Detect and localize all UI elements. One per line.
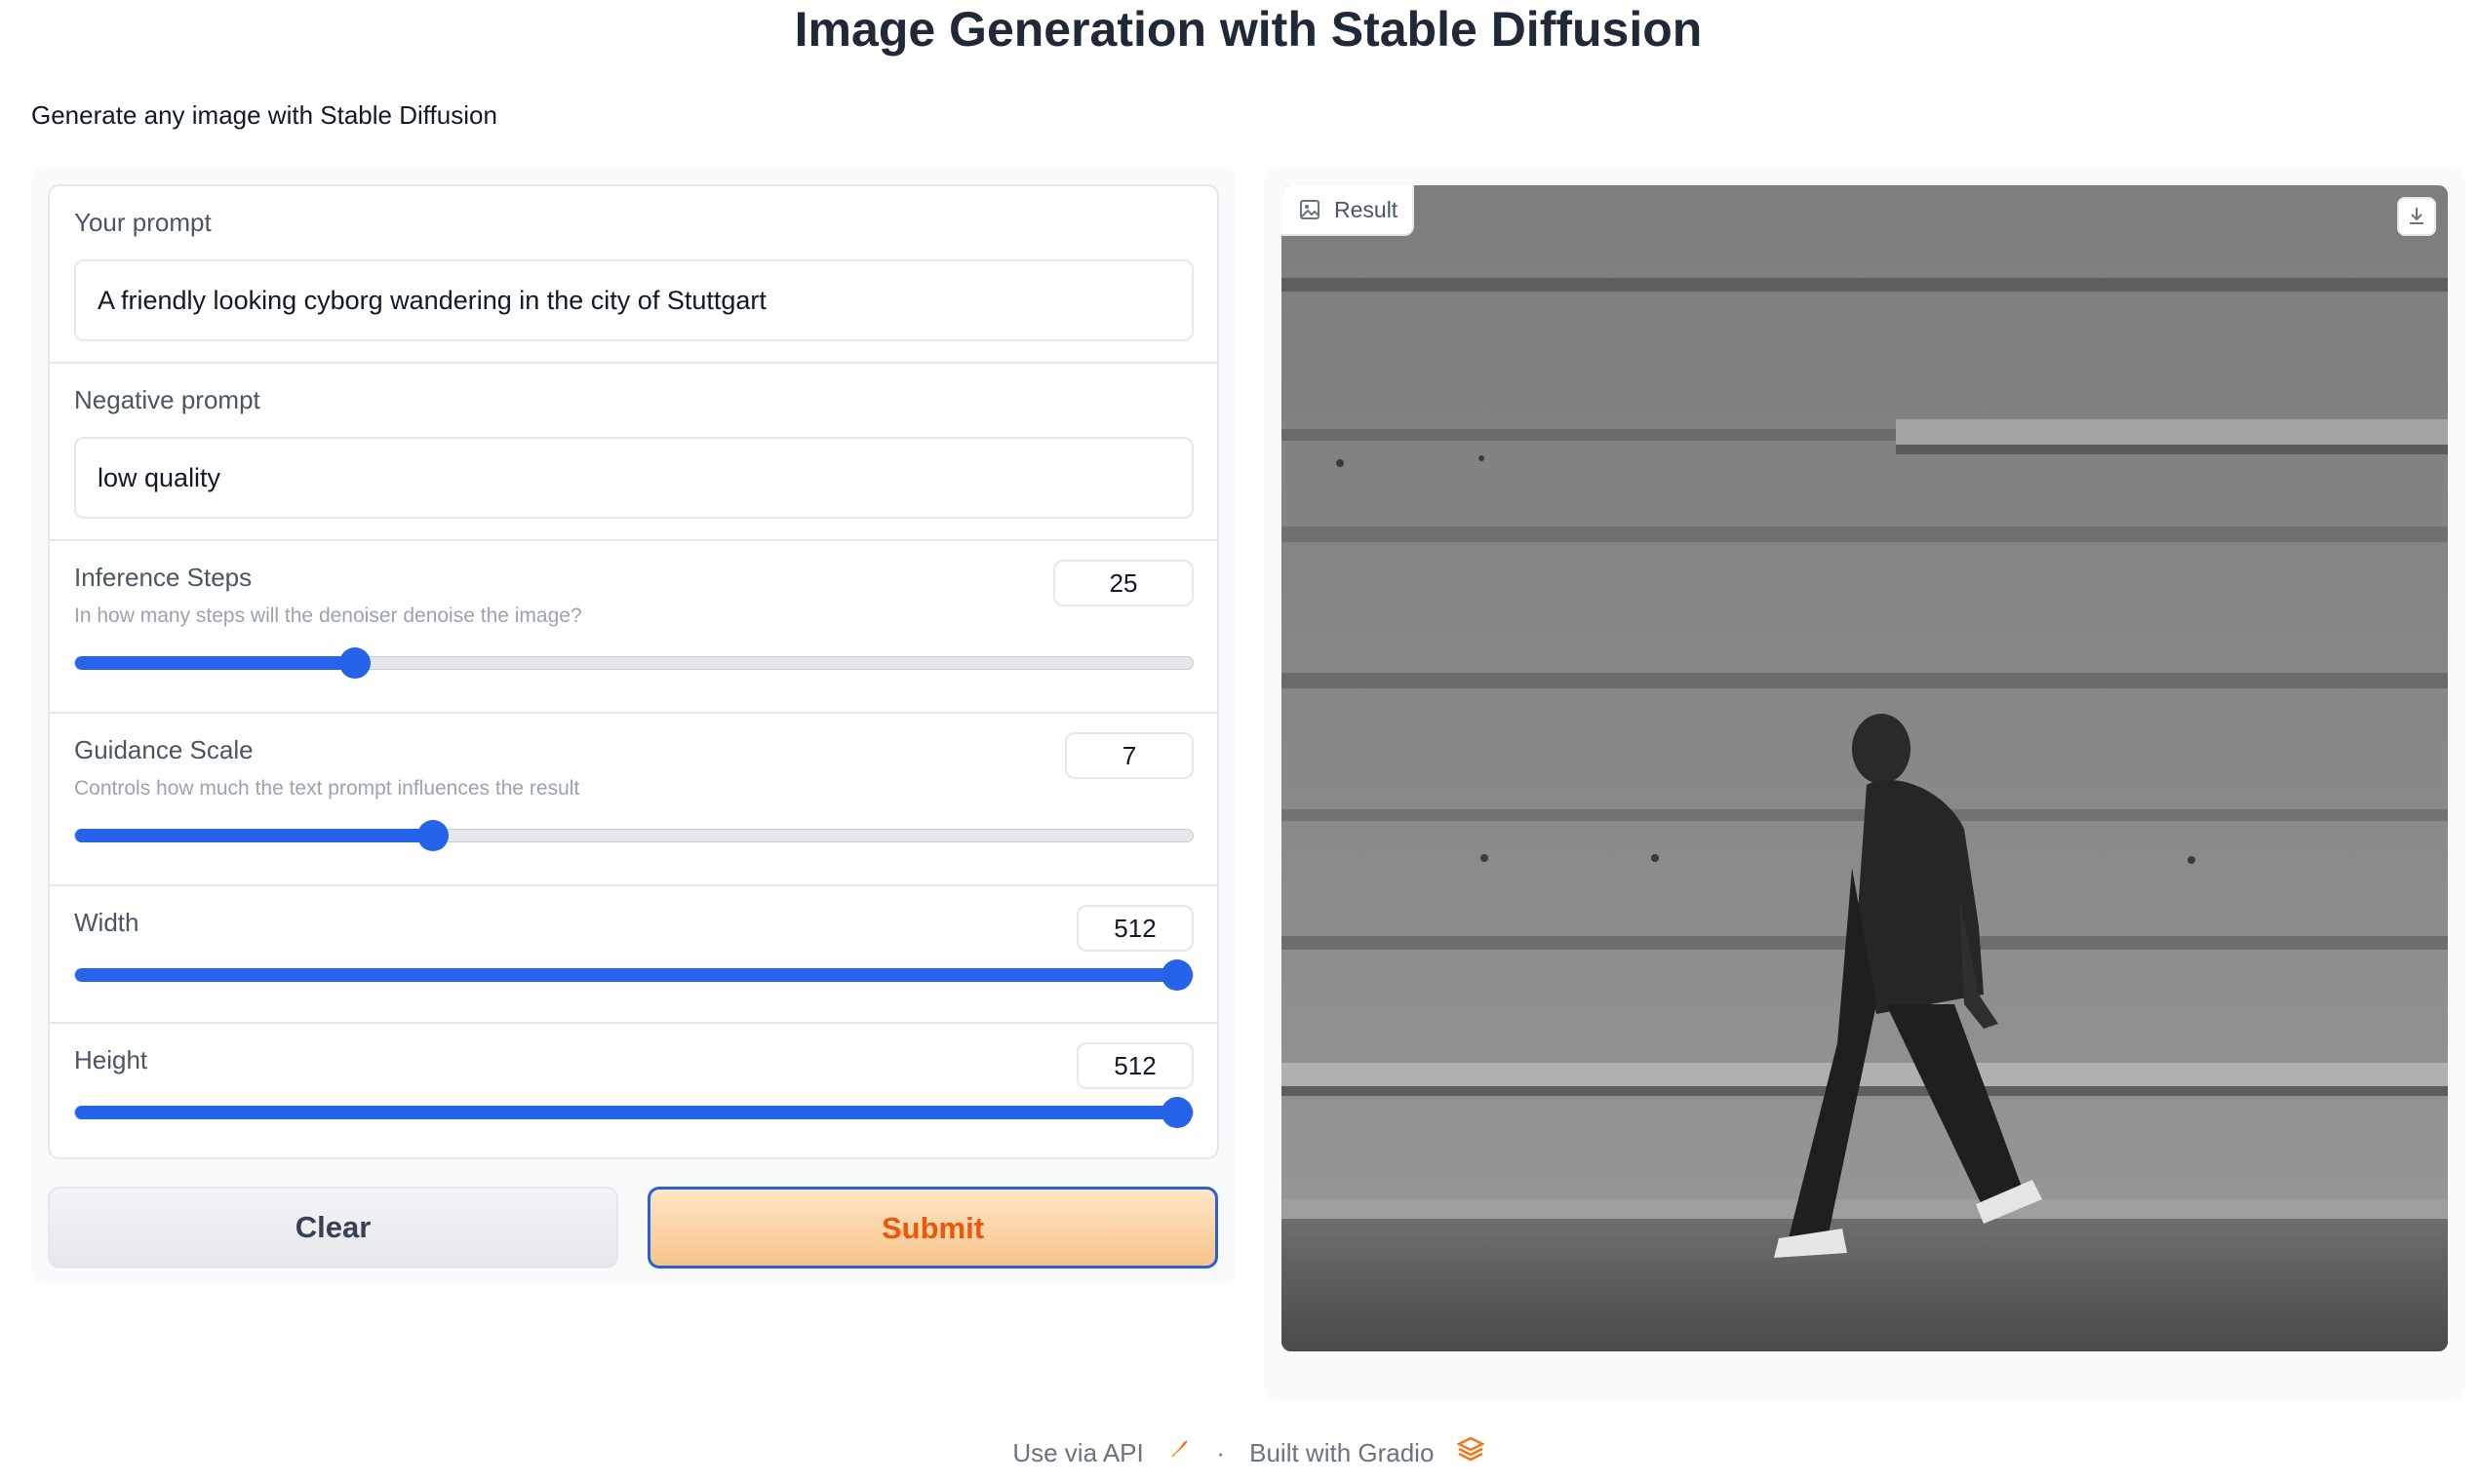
gradio-logo-icon [1455, 1435, 1485, 1470]
prompt-input[interactable]: A friendly looking cyborg wandering in t… [74, 259, 1194, 341]
form-box: Your prompt A friendly looking cyborg wa… [48, 184, 1219, 1159]
height-number[interactable]: 512 [1077, 1042, 1194, 1089]
inference-steps-thumb[interactable] [338, 647, 371, 679]
download-button[interactable] [2397, 197, 2436, 236]
guidance-scale-label: Guidance Scale [74, 735, 254, 764]
width-block: Width 512 [50, 886, 1217, 1024]
width-number[interactable]: 512 [1077, 905, 1194, 952]
prompt-label: Your prompt [74, 208, 212, 237]
height-label: Height [74, 1045, 148, 1074]
width-thumb[interactable] [1162, 959, 1193, 991]
download-icon [2410, 208, 2423, 224]
page-title: Image Generation with Stable Diffusion [794, 2, 1703, 57]
negative-prompt-label: Negative prompt [74, 385, 260, 414]
image-icon [1300, 200, 1319, 219]
footer: Use via API · Built with Gradio [0, 1433, 2481, 1470]
width-fill [75, 968, 1193, 982]
negative-prompt-block: Negative prompt low quality [50, 364, 1217, 541]
input-panel: Your prompt A friendly looking cyborg wa… [31, 168, 1236, 1283]
result-image: Result [1281, 185, 2448, 1351]
generated-image [1281, 185, 2448, 1351]
page-description: Generate any image with Stable Diffusion [31, 100, 497, 130]
inference-steps-slider[interactable] [74, 647, 1194, 679]
guidance-scale-block: Guidance Scale 7 Controls how much the t… [50, 714, 1217, 886]
height-thumb[interactable] [1162, 1097, 1193, 1128]
rocket-icon [1166, 1435, 1192, 1470]
inference-steps-info: In how many steps will the denoiser deno… [74, 605, 582, 627]
width-label: Width [74, 908, 139, 937]
use-via-api-link[interactable]: Use via API [1012, 1435, 1143, 1470]
negative-prompt-input[interactable]: low quality [74, 437, 1194, 519]
inference-steps-number[interactable]: 25 [1053, 560, 1194, 606]
built-with-gradio-link[interactable]: Built with Gradio [1249, 1435, 1434, 1470]
width-slider[interactable] [74, 959, 1194, 991]
prompt-block: Your prompt A friendly looking cyborg wa… [50, 186, 1217, 364]
output-panel: Result [1264, 168, 2465, 1400]
height-block: Height 512 [50, 1024, 1217, 1157]
clear-button[interactable]: Clear [48, 1187, 618, 1269]
guidance-scale-fill [75, 829, 433, 842]
submit-button[interactable]: Submit [648, 1187, 1218, 1269]
inference-steps-label: Inference Steps [74, 563, 253, 592]
inference-steps-fill [75, 656, 355, 670]
guidance-scale-thumb[interactable] [416, 820, 449, 851]
footer-separator: · [1216, 1438, 1225, 1468]
guidance-scale-info: Controls how much the text prompt influe… [74, 777, 580, 800]
height-slider[interactable] [74, 1097, 1194, 1128]
guidance-scale-slider[interactable] [74, 820, 1194, 851]
guidance-scale-number[interactable]: 7 [1065, 732, 1194, 779]
height-fill [75, 1106, 1193, 1119]
inference-steps-block: Inference Steps 25 In how many steps wil… [50, 541, 1217, 714]
